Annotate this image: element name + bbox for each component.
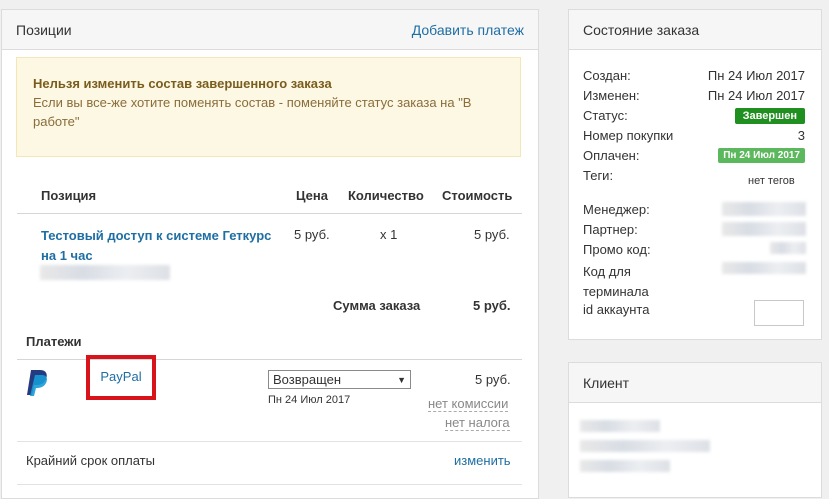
- commission-link[interactable]: нет комиссии: [428, 396, 509, 412]
- purchase-value: 3: [797, 128, 805, 143]
- paid-label: Оплачен:: [583, 148, 640, 163]
- created-label: Создан:: [583, 68, 631, 83]
- payment-status-value: Возвращен: [273, 372, 342, 387]
- purchase-row: Номер покупки 3: [583, 128, 805, 143]
- account-label: id аккаунта: [583, 302, 650, 317]
- deadline-divider: [17, 441, 522, 442]
- item-name-link[interactable]: Тестовый доступ к системе Геткурс на 1 ч…: [41, 226, 281, 266]
- item-price: 5 руб.: [294, 227, 330, 242]
- item-offer-redacted: [40, 265, 170, 280]
- client-phone-redacted: [580, 460, 670, 472]
- paypal-highlight: PayPal: [86, 355, 156, 400]
- partner-redacted: [722, 222, 806, 236]
- order-sum-label: Сумма заказа: [333, 298, 421, 313]
- account-id-input[interactable]: [754, 300, 804, 326]
- paypal-icon: [27, 370, 47, 396]
- client-header: Клиент: [569, 363, 821, 403]
- col-price: Цена: [296, 188, 328, 203]
- created-row: Создан: Пн 24 Июл 2017: [583, 68, 805, 83]
- changed-label: Изменен:: [583, 88, 640, 103]
- client-title: Клиент: [583, 374, 630, 391]
- client-email-redacted: [580, 440, 710, 452]
- promo-redacted: [770, 242, 806, 254]
- warning-box: Нельзя изменить состав завершенного зака…: [16, 57, 521, 157]
- table-header-divider: [17, 213, 522, 214]
- deadline-change-link[interactable]: изменить: [454, 453, 511, 468]
- payment-method-link[interactable]: PayPal: [100, 369, 141, 384]
- col-position: Позиция: [41, 188, 97, 203]
- status-row: Статус: Завершен: [583, 108, 805, 124]
- warning-text: Если вы все-же хотите поменять состав - …: [33, 95, 472, 129]
- manager-redacted: [722, 202, 806, 216]
- purchase-label: Номер покупки: [583, 128, 674, 143]
- manager-label: Менеджер:: [583, 202, 650, 217]
- warning-title: Нельзя изменить состав завершенного зака…: [33, 76, 332, 91]
- changed-row: Изменен: Пн 24 Июл 2017: [583, 88, 805, 103]
- col-cost: Стоимость: [442, 188, 513, 203]
- bottom-divider: [17, 484, 522, 485]
- changed-value: Пн 24 Июл 2017: [707, 88, 805, 103]
- order-sum-value: 5 руб.: [473, 298, 511, 313]
- payments-title: Платежи: [26, 334, 82, 349]
- item-qty: x 1: [380, 227, 398, 242]
- status-label: Статус:: [583, 108, 628, 123]
- client-name-redacted: [580, 420, 660, 432]
- terminal-label: Код для терминала: [583, 264, 649, 299]
- status-badge: Завершен: [734, 108, 805, 124]
- payment-status-select[interactable]: Возвращен ▼: [268, 370, 411, 389]
- positions-title: Позиции: [16, 21, 72, 38]
- add-payment-link[interactable]: Добавить платеж: [412, 22, 524, 38]
- created-value: Пн 24 Июл 2017: [707, 68, 805, 83]
- payment-date: Пн 24 Июл 2017: [268, 394, 351, 406]
- partner-label: Партнер:: [583, 222, 638, 237]
- promo-label: Промо код:: [583, 242, 651, 257]
- chevron-down-icon: ▼: [397, 374, 406, 385]
- deadline-label: Крайний срок оплаты: [26, 453, 155, 468]
- order-state-title: Состояние заказа: [583, 21, 700, 38]
- tags-value: нет тегов: [748, 175, 795, 187]
- col-quantity: Количество: [348, 188, 424, 203]
- item-cost: 5 руб.: [474, 227, 510, 242]
- paid-badge: Пн 24 Июл 2017: [718, 148, 805, 163]
- payment-amount: 5 руб.: [475, 372, 511, 387]
- tax-link[interactable]: нет налога: [445, 415, 510, 431]
- paid-row: Оплачен: Пн 24 Июл 2017: [583, 148, 805, 163]
- terminal-redacted: [722, 262, 806, 274]
- tags-label: Теги:: [583, 168, 614, 183]
- order-state-header: Состояние заказа: [569, 10, 821, 50]
- positions-header: Позиции Добавить платеж: [2, 10, 538, 50]
